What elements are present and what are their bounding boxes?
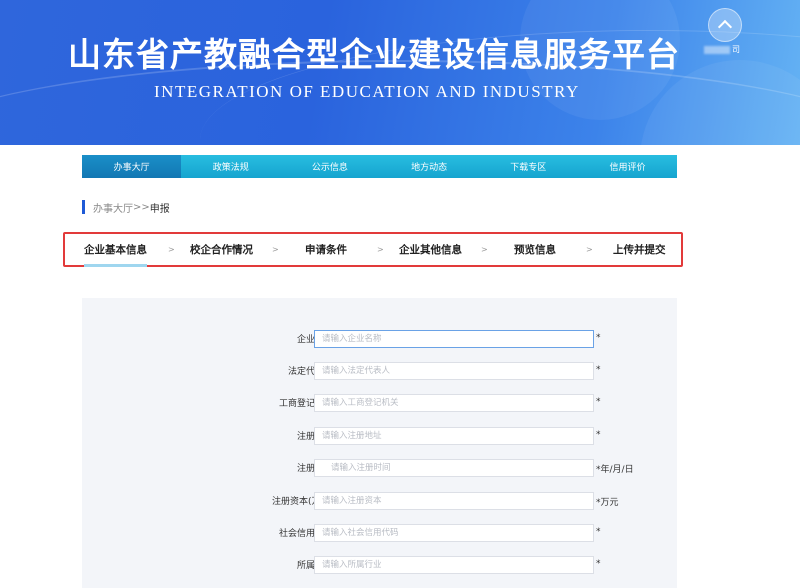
nav-item-downloads[interactable]: 下载专区 (479, 155, 578, 178)
required-mark: * (596, 333, 601, 343)
blurred-text (704, 45, 730, 54)
date-picker[interactable] (314, 459, 594, 477)
form-row-registration-authority: 工商登记机关： * (82, 394, 677, 414)
required-mark: * (596, 365, 601, 375)
nav-item-local-news[interactable]: 地方动态 (380, 155, 479, 178)
step-basic-info[interactable]: 企业基本信息 (84, 242, 147, 267)
registration-authority-input[interactable] (314, 394, 594, 412)
user-company-label[interactable]: 司 (704, 44, 740, 56)
breadcrumb-current: 申报 (149, 203, 170, 215)
form-row-company-name: 企业名称： * (82, 330, 677, 350)
step-arrow: > (586, 245, 593, 254)
registration-date-input[interactable] (314, 459, 594, 477)
form-row-credit-code: 社会信用代码： * (82, 524, 677, 544)
required-mark: * (596, 559, 601, 569)
form-row-industry: 所属行业： * (82, 556, 677, 576)
registered-capital-input[interactable] (314, 492, 594, 510)
step-arrow: > (481, 245, 488, 254)
legal-representative-input[interactable] (314, 362, 594, 380)
step-conditions[interactable]: 申请条件 (305, 242, 347, 257)
required-mark: *年/月/日 (596, 465, 634, 475)
form-row-registration-date: 注册时间： *年/月/日 (82, 459, 677, 479)
required-mark: *万元 (596, 498, 619, 508)
step-arrow: > (377, 245, 384, 254)
credit-code-input[interactable] (314, 524, 594, 542)
nav-item-notice[interactable]: 公示信息 (280, 155, 379, 178)
form-row-legal-rep: 法定代表人： * (82, 362, 677, 382)
header-banner: 山东省产教融合型企业建设信息服务平台 INTEGRATION OF EDUCAT… (0, 0, 800, 145)
form-row-capital: 注册资本(万元)： *万元 (82, 492, 677, 512)
back-to-top-button[interactable] (708, 8, 742, 42)
step-cooperation[interactable]: 校企合作情况 (190, 242, 253, 257)
enterprise-info-form: 企业名称： * 法定代表人： * 工商登记机关： * 注册地址： * 注册时间：… (82, 298, 677, 588)
breadcrumb-separator: >> (133, 201, 150, 213)
nav-item-hall[interactable]: 办事大厅 (82, 155, 182, 178)
required-mark: * (596, 397, 601, 407)
industry-input[interactable] (314, 556, 594, 574)
step-arrow: > (272, 245, 279, 254)
company-name-input[interactable] (314, 330, 594, 348)
site-subtitle: INTEGRATION OF EDUCATION AND INDUSTRY (154, 82, 580, 101)
required-mark: * (596, 527, 601, 537)
step-other-info[interactable]: 企业其他信息 (399, 242, 462, 257)
nav-item-credit[interactable]: 信用评价 (578, 155, 677, 178)
site-title: 山东省产教融合型企业建设信息服务平台 (68, 35, 680, 74)
step-arrow: > (168, 245, 175, 254)
breadcrumb-parent[interactable]: 办事大厅 (93, 200, 133, 215)
step-upload-submit[interactable]: 上传并提交 (613, 242, 666, 257)
registered-address-input[interactable] (314, 427, 594, 445)
required-mark: * (596, 430, 601, 440)
nav-item-policy[interactable]: 政策法规 (181, 155, 280, 178)
step-indicator: 企业基本信息 > 校企合作情况 > 申请条件 > 企业其他信息 > 预览信息 >… (63, 232, 683, 267)
step-preview[interactable]: 预览信息 (514, 242, 556, 257)
breadcrumb: 办事大厅 >> 申报 (82, 200, 170, 215)
chevron-up-icon (717, 19, 733, 35)
form-row-address: 注册地址： * (82, 427, 677, 447)
main-nav: 办事大厅 政策法规 公示信息 地方动态 下载专区 信用评价 (82, 155, 677, 178)
